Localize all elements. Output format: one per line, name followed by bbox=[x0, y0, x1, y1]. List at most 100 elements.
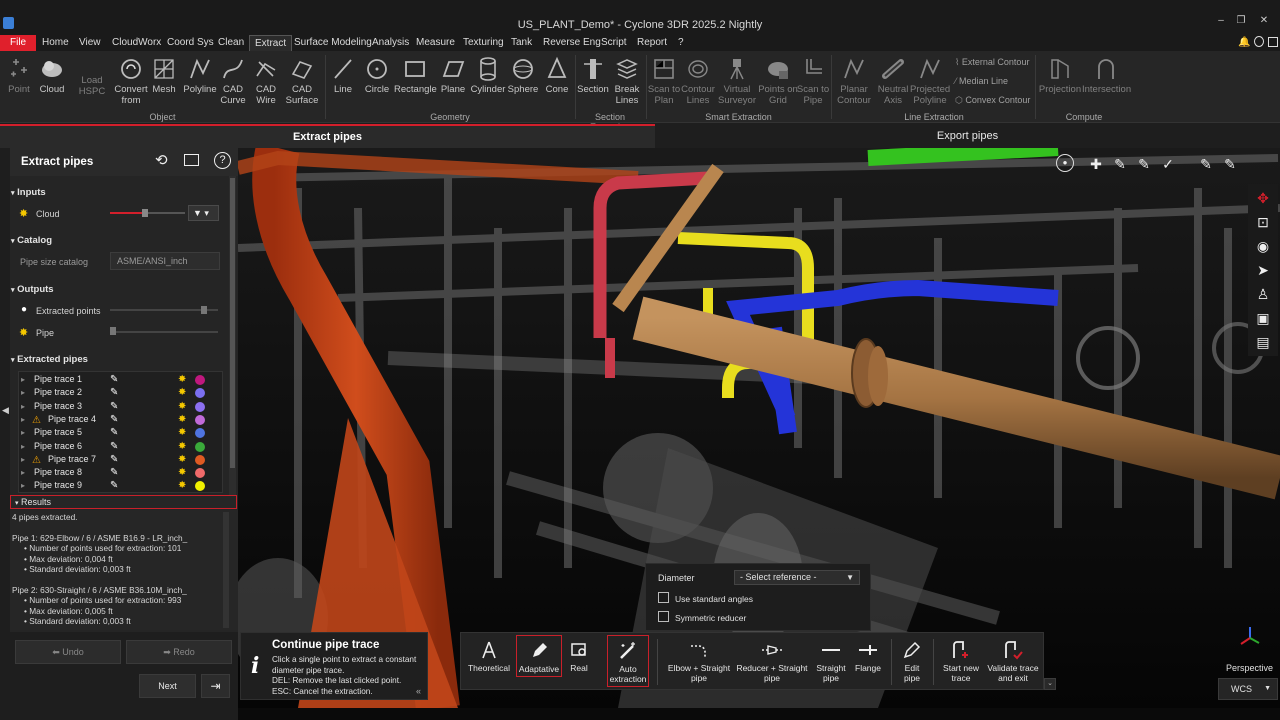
pipe-slider[interactable] bbox=[110, 331, 218, 333]
scan-to-pipe-button[interactable]: Scan to Pipe bbox=[796, 54, 830, 106]
menu-analysis[interactable]: Analysis bbox=[367, 35, 414, 51]
cad-curve-button[interactable]: CAD Curve bbox=[217, 54, 249, 106]
projection-mode[interactable]: Perspective bbox=[1226, 663, 1273, 673]
redo-button[interactable]: ➡ Redo bbox=[126, 640, 232, 664]
pencil-icon[interactable]: ✎ bbox=[110, 413, 118, 426]
convert-from-button[interactable]: Convert from bbox=[113, 54, 149, 106]
pencil-icon[interactable]: ✎ bbox=[110, 386, 118, 399]
load-hspc-button[interactable]: Load HSPC bbox=[70, 75, 114, 97]
pencil-icon[interactable]: ✎ bbox=[110, 426, 118, 439]
reset-icon[interactable]: ⟲ bbox=[155, 151, 168, 169]
coordinate-system-select[interactable]: WCS ▼ bbox=[1218, 678, 1278, 700]
results-scrollbar[interactable] bbox=[223, 512, 229, 628]
pipe-trace-row[interactable]: ▸ ⚠ Pipe trace 7 ✎ ✸ bbox=[18, 453, 218, 466]
target-icon[interactable]: ● bbox=[1056, 154, 1074, 172]
polyline-button[interactable]: Polyline bbox=[181, 54, 219, 96]
pipe-trace-row[interactable]: ▸ ⚠ Pipe trace 4 ✎ ✸ bbox=[18, 413, 218, 426]
flange-button[interactable]: Flange bbox=[851, 637, 885, 673]
edit-pipe-button[interactable]: Edit pipe bbox=[897, 637, 927, 683]
intersection-button[interactable]: Intersection bbox=[1082, 54, 1131, 96]
auto-extraction-button[interactable]: Auto extraction bbox=[607, 635, 649, 687]
collapse-panel-icon[interactable]: ◀ bbox=[2, 405, 9, 416]
theoretical-button[interactable]: Theoretical bbox=[465, 637, 513, 673]
pipe-size-catalog-field[interactable]: ASME/ANSI_inch bbox=[110, 252, 220, 270]
chevron-right-icon[interactable]: ▸ bbox=[21, 440, 25, 453]
plane-button[interactable]: Plane bbox=[436, 54, 470, 96]
projected-polyline-button[interactable]: Projected Polyline bbox=[910, 54, 950, 106]
pipe-tool-icon[interactable]: ✎ bbox=[1110, 154, 1130, 174]
color-swatch[interactable] bbox=[195, 468, 205, 479]
neutral-axis-button[interactable]: Neutral Axis bbox=[873, 54, 913, 106]
close-button[interactable]: ✕ bbox=[1254, 14, 1274, 28]
validate-trace-button[interactable]: Validate trace and exit bbox=[985, 637, 1041, 683]
reducer-straight-button[interactable]: Reducer + Straight pipe bbox=[735, 637, 809, 683]
layers-icon[interactable]: ▤ bbox=[1253, 332, 1273, 352]
virtual-surveyor-button[interactable]: Virtual Surveyor bbox=[716, 54, 758, 106]
contour-lines-button[interactable]: Contour Lines bbox=[681, 54, 715, 106]
menu-view[interactable]: View bbox=[74, 35, 106, 51]
diameter-select[interactable]: - Select reference - ▼ bbox=[734, 570, 860, 585]
cylinder-button[interactable]: Cylinder bbox=[470, 54, 506, 96]
pencil-icon[interactable]: ✎ bbox=[110, 400, 118, 413]
pipe-trace-row[interactable]: ▸ Pipe trace 2 ✎ ✸ bbox=[18, 386, 218, 399]
chevron-right-icon[interactable]: ▸ bbox=[21, 400, 25, 413]
filter-dropdown[interactable]: ▼ ▾ bbox=[188, 205, 219, 221]
sphere-button[interactable]: Sphere bbox=[505, 54, 541, 96]
menu-texturing[interactable]: Texturing bbox=[458, 35, 509, 51]
pipe-check-icon[interactable]: ✓ bbox=[1158, 154, 1178, 174]
user-icon[interactable] bbox=[1268, 37, 1278, 47]
expand-toolbar-icon[interactable]: ⌄ bbox=[1044, 678, 1056, 690]
break-lines-button[interactable]: Break Lines bbox=[610, 54, 644, 106]
light-icon[interactable]: ✸ bbox=[178, 440, 186, 453]
section-button[interactable]: Section bbox=[576, 54, 610, 96]
mesh-button[interactable]: Mesh bbox=[146, 54, 182, 96]
export-icon[interactable] bbox=[184, 154, 199, 166]
exit-icon[interactable]: ⇥ bbox=[201, 674, 230, 698]
camera-icon[interactable]: ◉ bbox=[1253, 236, 1273, 256]
circle-button[interactable]: Circle bbox=[360, 54, 394, 96]
menu-file[interactable]: File bbox=[0, 35, 37, 51]
pipe-trace-row[interactable]: ▸ Pipe trace 3 ✎ ✸ bbox=[18, 400, 218, 413]
pencil-icon[interactable]: ✎ bbox=[110, 440, 118, 453]
color-swatch[interactable] bbox=[195, 414, 205, 425]
symmetric-reducer-checkbox[interactable] bbox=[658, 611, 669, 622]
color-swatch[interactable] bbox=[195, 375, 205, 385]
cloud-button[interactable]: Cloud bbox=[32, 54, 72, 96]
extracted-pipes-header[interactable]: ▾ Extracted pipes bbox=[11, 354, 88, 365]
zoom-fit-icon[interactable]: ⊡ bbox=[1253, 212, 1273, 232]
pipe-select-icon[interactable]: ✎ bbox=[1134, 154, 1154, 174]
pencil-icon[interactable]: ✎ bbox=[110, 453, 118, 466]
menu-script[interactable]: Script bbox=[596, 35, 632, 51]
pan-icon[interactable]: ✥ bbox=[1253, 188, 1273, 208]
pipe-remove-icon[interactable]: ✎ bbox=[1220, 154, 1240, 174]
add-pipe-icon[interactable]: ✚ bbox=[1086, 154, 1106, 174]
color-swatch[interactable] bbox=[195, 441, 205, 452]
rectangle-button[interactable]: Rectangle bbox=[394, 54, 437, 96]
pipe-trace-row[interactable]: ▸ Pipe trace 8 ✎ ✸ bbox=[18, 466, 218, 479]
menu-tank[interactable]: Tank bbox=[506, 35, 537, 51]
light-icon[interactable]: ✸ bbox=[178, 479, 186, 492]
projection-button[interactable]: Projection bbox=[1038, 54, 1082, 96]
menu-coord-sys[interactable]: Coord Sys bbox=[162, 35, 219, 51]
walk-icon[interactable]: ♙ bbox=[1253, 284, 1273, 304]
convex-contour-button[interactable]: ⬡ Convex Contour bbox=[955, 95, 1030, 106]
pipe-trace-row[interactable]: ▸ Pipe trace 1 ✎ ✸ bbox=[18, 373, 218, 386]
color-swatch[interactable] bbox=[195, 428, 205, 439]
help-icon[interactable]: ? bbox=[214, 152, 231, 169]
light-icon[interactable]: ✸ bbox=[178, 413, 186, 426]
catalog-header[interactable]: ▾ Catalog bbox=[11, 235, 52, 246]
menu-report[interactable]: Report bbox=[632, 35, 672, 51]
fly-icon[interactable]: ➤ bbox=[1253, 260, 1273, 280]
menu-help[interactable]: ? bbox=[673, 35, 689, 51]
maximize-button[interactable]: ❐ bbox=[1231, 14, 1251, 28]
cube-view-icon[interactable]: ▣ bbox=[1253, 308, 1273, 328]
elbow-straight-button[interactable]: Elbow + Straight pipe bbox=[664, 637, 734, 683]
color-swatch[interactable] bbox=[195, 401, 205, 412]
external-contour-button[interactable]: ⌇ External Contour bbox=[955, 57, 1029, 68]
panel-scroll-thumb[interactable] bbox=[230, 178, 235, 468]
planar-contour-button[interactable]: Planar Contour bbox=[834, 54, 874, 106]
undo-button[interactable]: ⬅ Undo bbox=[15, 640, 121, 664]
light-icon[interactable]: ✸ bbox=[178, 386, 186, 399]
scan-to-plan-button[interactable]: Scan to Plan bbox=[647, 54, 681, 106]
points-on-grid-button[interactable]: Points on Grid bbox=[758, 54, 798, 106]
